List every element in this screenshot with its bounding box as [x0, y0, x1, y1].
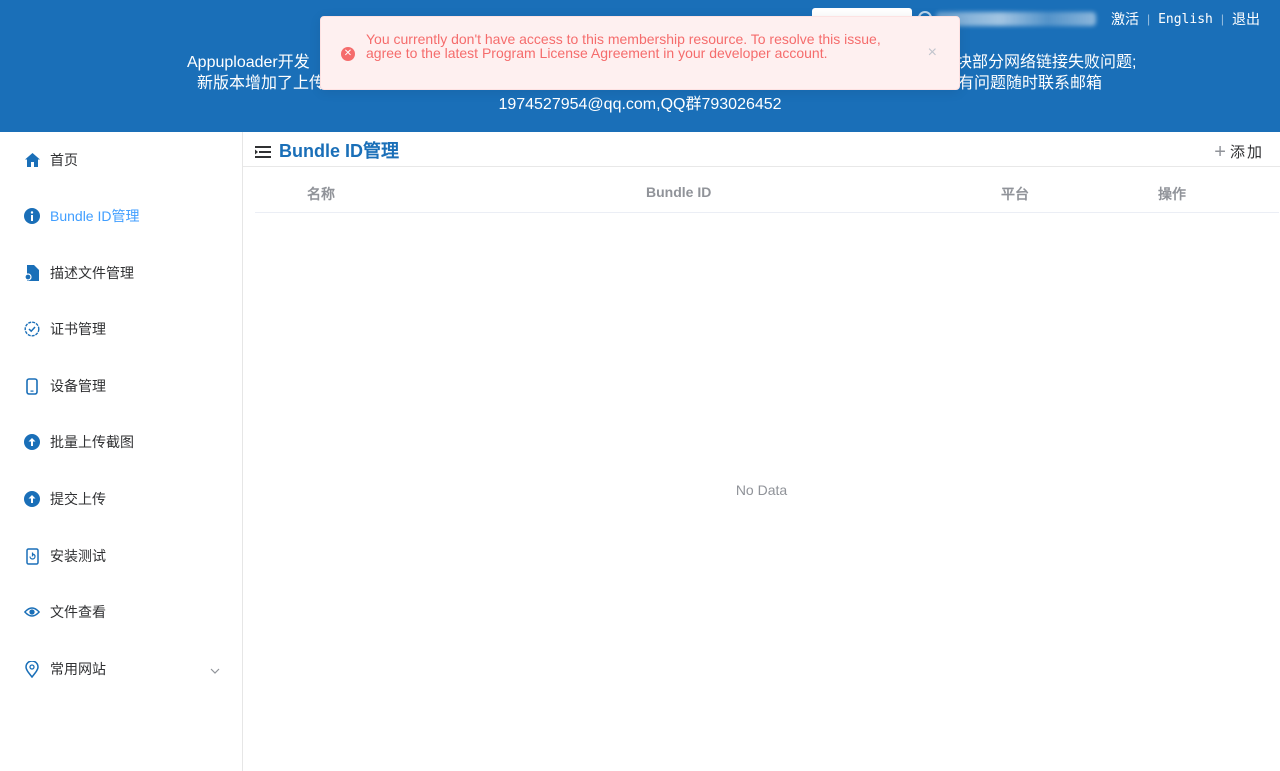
sidebar-item-install-test[interactable]: 安装测试 — [0, 528, 242, 584]
separator: | — [1220, 12, 1224, 26]
sidebar-menu: 首页 Bundle ID管理 描述文件管理 证书管理 设备管理 批量上传截图 提… — [0, 132, 243, 771]
page-title: Bundle ID管理 — [255, 140, 399, 161]
sidebar-item-label: 设备管理 — [50, 378, 106, 394]
sidebar-item-label: 文件查看 — [50, 604, 106, 620]
error-message-text: You currently don't have access to this … — [366, 31, 881, 61]
location-icon — [24, 660, 40, 678]
announcement-line3: 1974527954@qq.com,QQ群793026452 — [498, 96, 782, 113]
separator: | — [1146, 12, 1151, 26]
announcement-line1-tail: 块部分网络链接失败问题; — [956, 54, 1137, 71]
document-icon — [24, 265, 40, 281]
sidebar-item-label: 提交上传 — [50, 491, 106, 507]
sidebar-item-home[interactable]: 首页 — [0, 132, 242, 188]
phone-icon — [24, 377, 40, 395]
sidebar-item-label: 描述文件管理 — [50, 265, 134, 281]
sidebar-item-submit-upload[interactable]: 提交上传 — [0, 471, 242, 527]
plus-icon: + — [1214, 140, 1228, 163]
sidebar-item-label: 证书管理 — [50, 321, 106, 337]
sidebar-item-label: 安装测试 — [50, 548, 106, 564]
page-title-text: Bundle ID管理 — [279, 141, 399, 161]
home-icon — [24, 152, 40, 168]
column-header-name: 名称 — [307, 186, 335, 202]
sidebar-item-batch-screenshots[interactable]: 批量上传截图 — [0, 414, 242, 470]
install-icon — [24, 547, 40, 565]
language-switch[interactable]: English — [1158, 12, 1213, 27]
eye-icon — [24, 604, 40, 620]
announcement-line1: Appuploader开发 — [187, 54, 310, 71]
upload-circle-icon — [24, 434, 40, 450]
menu-lines-icon — [255, 143, 271, 158]
table-header: 名称 Bundle ID 平台 操作 — [255, 167, 1279, 213]
sidebar-item-profiles[interactable]: 描述文件管理 — [0, 245, 242, 301]
sidebar-item-label: 批量上传截图 — [50, 434, 134, 450]
info-circle-icon — [24, 208, 40, 224]
sidebar-item-bundle-id[interactable]: Bundle ID管理 — [0, 188, 242, 244]
sidebar-item-devices[interactable]: 设备管理 — [0, 358, 242, 414]
upload-circle-icon — [24, 491, 40, 507]
empty-table-text: No Data — [735, 482, 788, 498]
sidebar-item-file-viewer[interactable]: 文件查看 — [0, 584, 242, 640]
announcement-line2-tail: 有问题随时联系邮箱 — [958, 75, 1103, 92]
logout-link[interactable]: 退出 — [1232, 9, 1260, 29]
add-button-label: 添加 — [1229, 144, 1264, 161]
header-actions: 激活 | English | 退出 — [1111, 8, 1260, 30]
sidebar-item-label: 常用网站 — [50, 661, 106, 677]
close-icon[interactable]: × — [928, 44, 937, 62]
column-header-platform: 平台 — [1001, 186, 1029, 202]
announcement-line2: 新版本增加了上传 — [197, 75, 326, 92]
error-icon: ✕ — [341, 47, 355, 61]
certificate-check-icon — [24, 321, 40, 337]
user-account-blurred — [936, 12, 1096, 26]
error-message-toast: ✕ You currently don't have access to thi… — [320, 16, 960, 90]
sidebar-item-label: 首页 — [50, 152, 78, 168]
sidebar-item-label: Bundle ID管理 — [50, 208, 140, 224]
sidebar-item-common-sites[interactable]: 常用网站 — [0, 641, 242, 697]
column-header-actions: 操作 — [1158, 186, 1186, 202]
column-header-bundle-id: Bundle ID — [646, 184, 712, 200]
activate-link[interactable]: 激活 — [1111, 9, 1139, 29]
sidebar-item-certificates[interactable]: 证书管理 — [0, 301, 242, 357]
add-button[interactable]: + 添加 — [1214, 141, 1264, 162]
chevron-down-icon[interactable] — [210, 663, 220, 674]
main-content: Bundle ID管理 + 添加 名称 Bundle ID 平台 操作 No D… — [243, 132, 1280, 771]
